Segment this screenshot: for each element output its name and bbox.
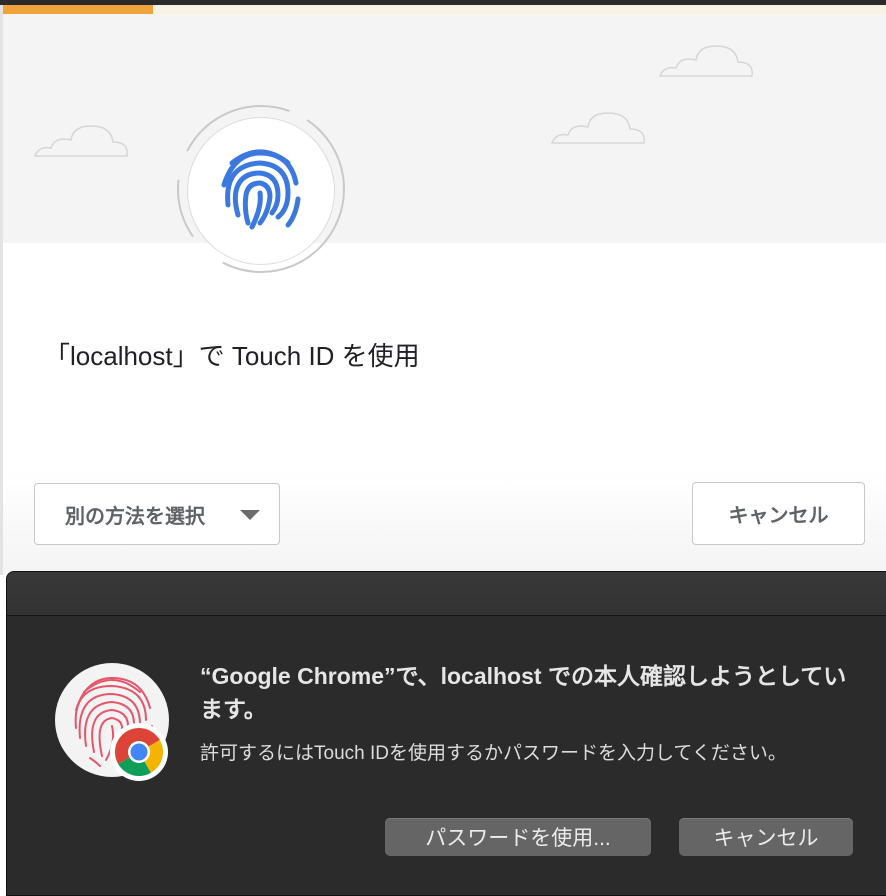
sheet-cancel-label: キャンセル xyxy=(713,827,819,850)
fingerprint-icon xyxy=(221,149,301,230)
progress-fill xyxy=(3,5,154,14)
use-password-label: パスワードを使用... xyxy=(425,827,611,850)
cancel-button[interactable]: キャンセル xyxy=(692,482,865,545)
webauthn-dialog: 「localhost」で Touch ID を使用 別の方法を選択 キャンセル xyxy=(3,5,886,575)
cloud-icon xyxy=(550,112,645,144)
cancel-label: キャンセル xyxy=(728,505,829,527)
sheet-description: 許可するにはTouch IDを使用するかパスワードを入力してください。 xyxy=(200,743,787,764)
choose-another-method-label: 別の方法を選択 xyxy=(65,505,205,528)
cloud-icon xyxy=(658,45,753,77)
progress-bar xyxy=(3,5,886,14)
use-password-button[interactable]: パスワードを使用... xyxy=(385,818,651,856)
chrome-logo-icon xyxy=(110,723,168,781)
sheet-titlebar xyxy=(7,572,886,616)
dialog-illustration xyxy=(3,14,886,243)
sheet-cancel-button[interactable]: キャンセル xyxy=(679,818,853,856)
sheet-heading: “Google Chrome”で、localhost での本人確認しようとしてい… xyxy=(200,663,847,722)
touch-id-sheet: “Google Chrome”で、localhost での本人確認しようとしてい… xyxy=(6,571,886,896)
cloud-icon xyxy=(33,125,128,157)
choose-another-method-button[interactable]: 別の方法を選択 xyxy=(34,483,280,545)
dialog-title: 「localhost」で Touch ID を使用 xyxy=(44,341,420,371)
caret-down-icon xyxy=(240,510,260,520)
